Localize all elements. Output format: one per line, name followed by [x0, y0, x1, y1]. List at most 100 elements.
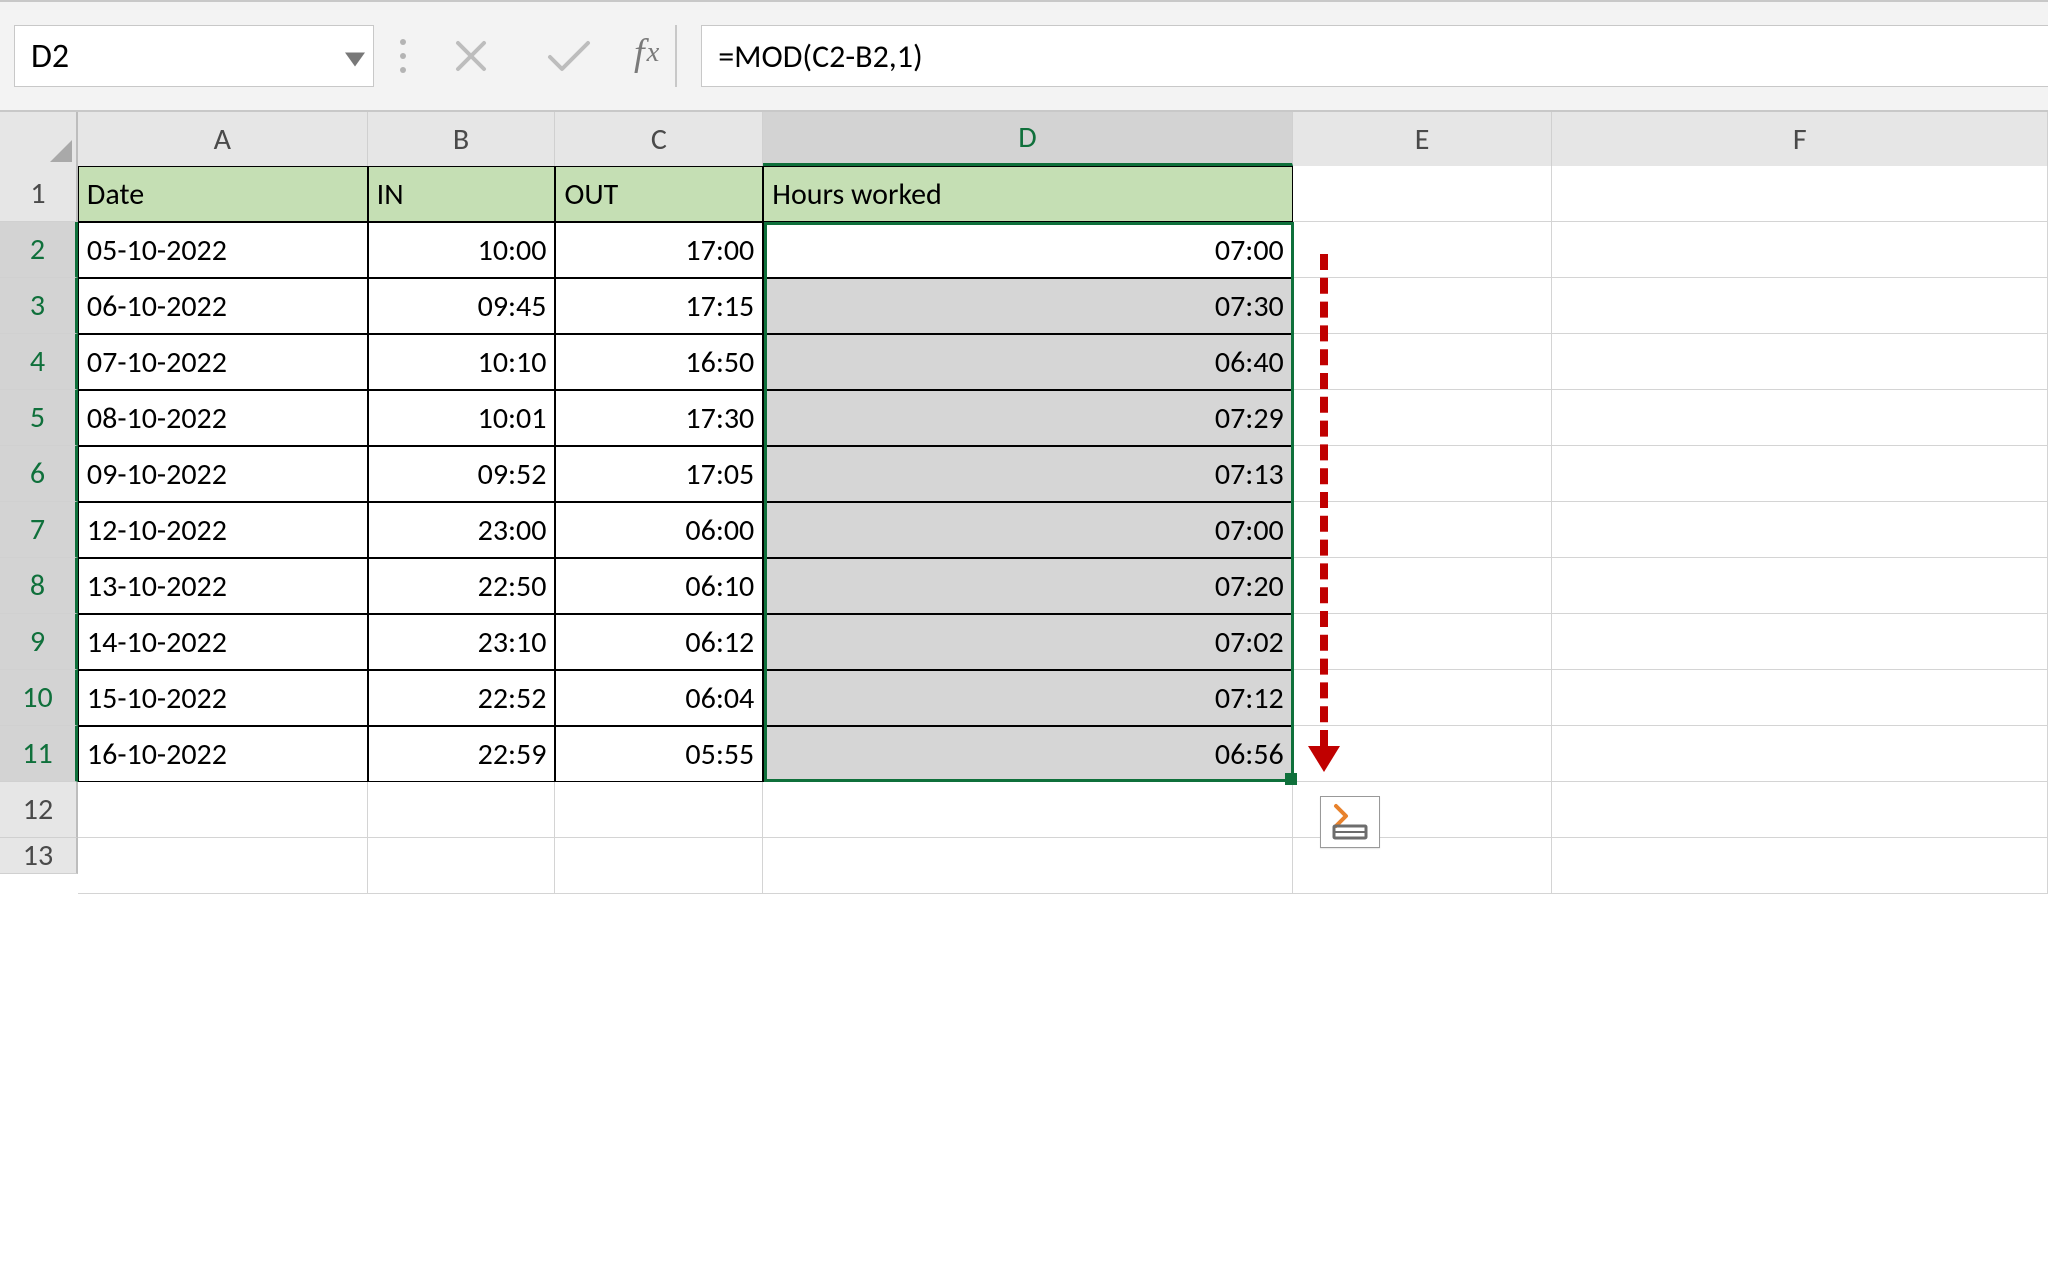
name-box[interactable]: D2	[14, 25, 374, 87]
cell-C3[interactable]: 17:15	[555, 278, 763, 334]
cell-F13[interactable]	[1552, 838, 2048, 894]
auto-fill-options-button[interactable]	[1320, 796, 1380, 848]
cell-E8[interactable]	[1293, 558, 1553, 614]
cell-F4[interactable]	[1552, 334, 2048, 390]
cell-B4[interactable]: 10:10	[368, 334, 556, 390]
cell-E5[interactable]	[1293, 390, 1553, 446]
cell-F7[interactable]	[1552, 502, 2048, 558]
insert-function-button[interactable]: fx	[628, 25, 677, 87]
cell-B9[interactable]: 23:10	[368, 614, 556, 670]
row-header[interactable]: 3	[0, 278, 78, 334]
cell-D2[interactable]: 07:00	[763, 222, 1292, 278]
cell-D11[interactable]: 06:56	[763, 726, 1292, 782]
cell-C11[interactable]: 05:55	[555, 726, 763, 782]
cell-E4[interactable]	[1293, 334, 1553, 390]
enter-button[interactable]	[530, 25, 608, 87]
cell-B7[interactable]: 23:00	[368, 502, 556, 558]
row-header[interactable]: 10	[0, 670, 78, 726]
cell-F5[interactable]	[1552, 390, 2048, 446]
cell-F12[interactable]	[1552, 782, 2048, 838]
cell-C13[interactable]	[555, 838, 763, 894]
cell-B6[interactable]: 09:52	[368, 446, 556, 502]
cell-C12[interactable]	[555, 782, 763, 838]
cell-D1[interactable]: Hours worked	[763, 166, 1292, 222]
cell-A1[interactable]: Date	[78, 166, 368, 222]
cell-D4[interactable]: 06:40	[763, 334, 1292, 390]
cell-F10[interactable]	[1552, 670, 2048, 726]
cell-A9[interactable]: 14-10-2022	[78, 614, 368, 670]
cell-F11[interactable]	[1552, 726, 2048, 782]
row-header[interactable]: 7	[0, 502, 78, 558]
cell-A7[interactable]: 12-10-2022	[78, 502, 368, 558]
cell-B13[interactable]	[368, 838, 556, 894]
cell-E6[interactable]	[1293, 446, 1553, 502]
col-header-E[interactable]: E	[1293, 112, 1553, 166]
cell-D13[interactable]	[763, 838, 1292, 894]
cell-C4[interactable]: 16:50	[555, 334, 763, 390]
row-header[interactable]: 5	[0, 390, 78, 446]
cell-F1[interactable]	[1552, 166, 2048, 222]
cell-D7[interactable]: 07:00	[763, 502, 1292, 558]
cell-A8[interactable]: 13-10-2022	[78, 558, 368, 614]
row-header[interactable]: 9	[0, 614, 78, 670]
cell-C5[interactable]: 17:30	[555, 390, 763, 446]
cell-B2[interactable]: 10:00	[368, 222, 556, 278]
cell-E3[interactable]	[1293, 278, 1553, 334]
row-header[interactable]: 8	[0, 558, 78, 614]
cell-E2[interactable]	[1293, 222, 1553, 278]
cell-F9[interactable]	[1552, 614, 2048, 670]
cell-D12[interactable]	[763, 782, 1292, 838]
cell-A4[interactable]: 07-10-2022	[78, 334, 368, 390]
cell-A2[interactable]: 05-10-2022	[78, 222, 368, 278]
formula-input[interactable]: =MOD(C2-B2,1)	[701, 25, 2048, 87]
cell-B1[interactable]: IN	[368, 166, 556, 222]
cell-C9[interactable]: 06:12	[555, 614, 763, 670]
col-header-C[interactable]: C	[555, 112, 763, 166]
cell-A10[interactable]: 15-10-2022	[78, 670, 368, 726]
cancel-button[interactable]	[432, 25, 510, 87]
cell-D5[interactable]: 07:29	[763, 390, 1292, 446]
cell-B10[interactable]: 22:52	[368, 670, 556, 726]
cell-B8[interactable]: 22:50	[368, 558, 556, 614]
cell-F6[interactable]	[1552, 446, 2048, 502]
col-header-F[interactable]: F	[1552, 112, 2048, 166]
row-header[interactable]: 11	[0, 726, 78, 782]
cell-A11[interactable]: 16-10-2022	[78, 726, 368, 782]
cell-C2[interactable]: 17:00	[555, 222, 763, 278]
select-all-corner[interactable]	[0, 112, 78, 166]
col-header-B[interactable]: B	[368, 112, 556, 166]
chevron-down-icon[interactable]	[345, 36, 365, 77]
cell-B5[interactable]: 10:01	[368, 390, 556, 446]
cell-A6[interactable]: 09-10-2022	[78, 446, 368, 502]
cell-A5[interactable]: 08-10-2022	[78, 390, 368, 446]
row-header[interactable]: 13	[0, 838, 78, 874]
col-header-D[interactable]: D	[763, 112, 1292, 166]
cell-D8[interactable]: 07:20	[763, 558, 1292, 614]
row-header[interactable]: 4	[0, 334, 78, 390]
cell-A3[interactable]: 06-10-2022	[78, 278, 368, 334]
cell-B12[interactable]	[368, 782, 556, 838]
cell-E9[interactable]	[1293, 614, 1553, 670]
row-header[interactable]: 12	[0, 782, 78, 838]
cell-E7[interactable]	[1293, 502, 1553, 558]
cell-F2[interactable]	[1552, 222, 2048, 278]
col-header-A[interactable]: A	[78, 112, 368, 166]
cell-D9[interactable]: 07:02	[763, 614, 1292, 670]
cell-D10[interactable]: 07:12	[763, 670, 1292, 726]
cell-D3[interactable]: 07:30	[763, 278, 1292, 334]
cell-A12[interactable]	[78, 782, 368, 838]
cell-C7[interactable]: 06:00	[555, 502, 763, 558]
row-header[interactable]: 1	[0, 166, 78, 222]
cell-B3[interactable]: 09:45	[368, 278, 556, 334]
row-header[interactable]: 6	[0, 446, 78, 502]
cell-F8[interactable]	[1552, 558, 2048, 614]
cell-C10[interactable]: 06:04	[555, 670, 763, 726]
cell-E1[interactable]	[1293, 166, 1553, 222]
cell-C6[interactable]: 17:05	[555, 446, 763, 502]
row-header[interactable]: 2	[0, 222, 78, 278]
cell-A13[interactable]	[78, 838, 368, 894]
cell-D6[interactable]: 07:13	[763, 446, 1292, 502]
cell-F3[interactable]	[1552, 278, 2048, 334]
cell-C1[interactable]: OUT	[555, 166, 763, 222]
cell-B11[interactable]: 22:59	[368, 726, 556, 782]
